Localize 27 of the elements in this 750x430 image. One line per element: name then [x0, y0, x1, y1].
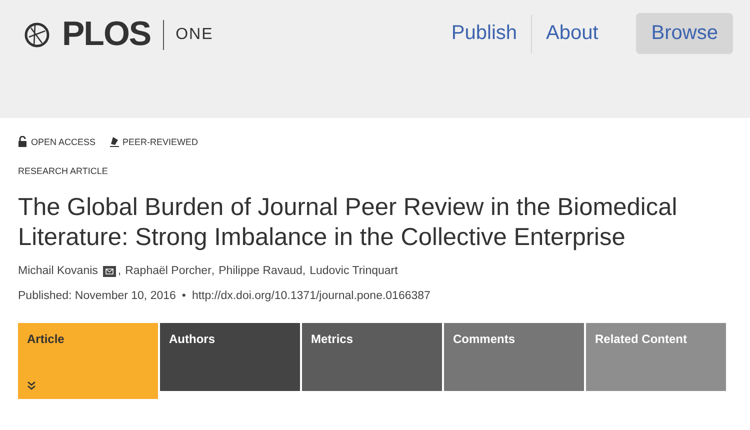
nav-link[interactable]: About	[532, 13, 612, 54]
tab[interactable]: Authors	[160, 323, 300, 391]
bullet-separator: •	[182, 290, 186, 302]
article-title: The Global Burden of Journal Peer Review in the Biomedical Literature: Strong Imbalance in the Collective Enterprise	[18, 193, 678, 253]
author-name[interactable]: Michail Kovanis	[18, 265, 98, 277]
author-name[interactable]: Philippe Ravaud	[218, 265, 302, 277]
nav-link[interactable]: Browse	[636, 13, 733, 54]
tab[interactable]: Article	[18, 323, 158, 399]
logo-wordmark: PLOS	[62, 15, 151, 54]
pen-icon	[110, 136, 119, 147]
journal-name: ONE	[176, 26, 214, 44]
badge-label: OPEN ACCESS	[31, 136, 96, 146]
envelope-icon[interactable]	[102, 266, 116, 276]
comma: ,	[118, 265, 122, 277]
badge-label: PEER-REVIEWED	[122, 136, 198, 146]
padlock-icon	[18, 136, 27, 147]
tab[interactable]: Metrics	[302, 323, 442, 391]
publish-date: Published: November 10, 2016	[18, 290, 176, 302]
article-type: RESEARCH ARTICLE	[18, 166, 109, 176]
tab[interactable]: Comments	[444, 323, 584, 391]
comma: ,	[211, 265, 215, 277]
nav-link[interactable]: Publish	[437, 13, 532, 54]
author-name[interactable]: Raphaël Porcher	[125, 265, 212, 277]
comma: ,	[302, 265, 306, 277]
doi-link[interactable]: http://dx.doi.org/10.1371/journal.pone.0166387	[192, 290, 430, 302]
double-chevron-icon	[27, 381, 36, 390]
author-name[interactable]: Ludovic Trinquart	[310, 265, 398, 277]
